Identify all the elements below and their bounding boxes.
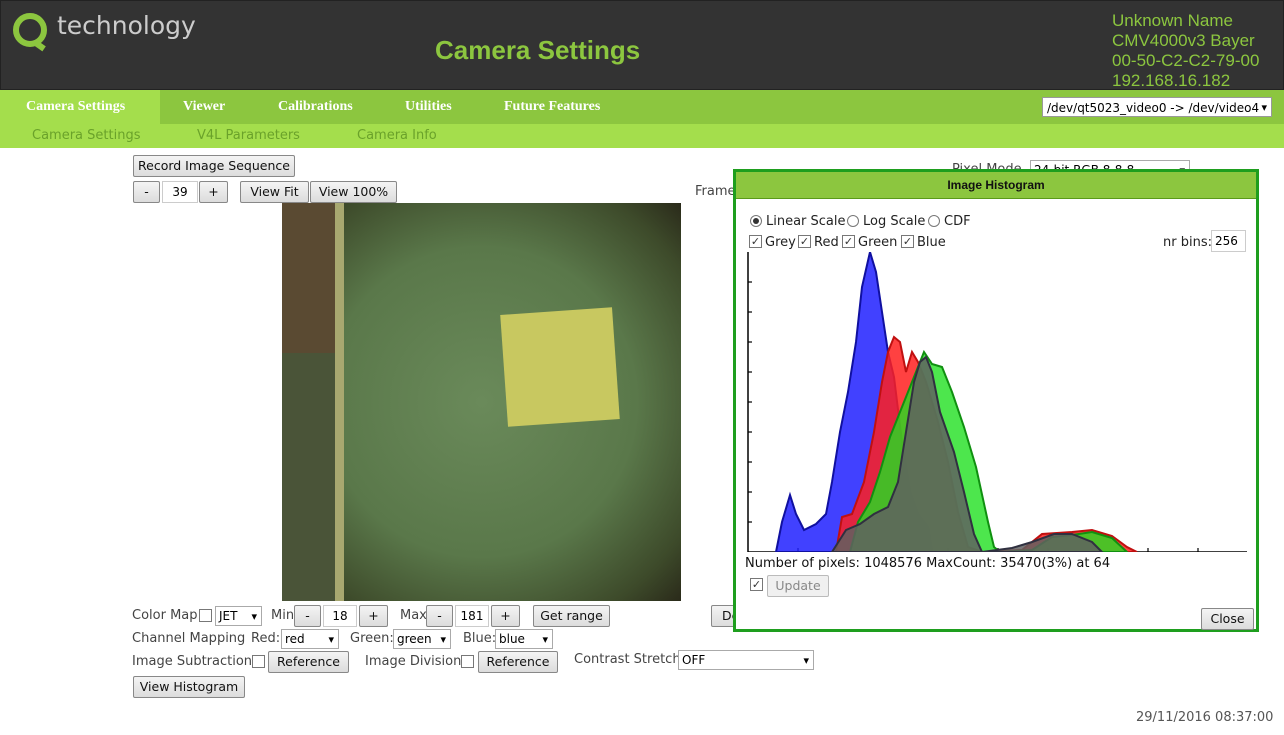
tab-utilities[interactable]: Utilities [405, 99, 452, 115]
tab-viewer[interactable]: Viewer [183, 99, 225, 115]
record-sequence-button[interactable]: Record Image Sequence [133, 155, 295, 177]
image-division-label: Image Division [365, 654, 462, 669]
cdf-label: CDF [944, 214, 971, 229]
grey-label: Grey [765, 235, 796, 250]
min-input[interactable]: 18 [323, 605, 357, 627]
tab-calibrations[interactable]: Calibrations [278, 99, 353, 115]
image-subtraction-checkbox[interactable] [252, 655, 265, 668]
update-button[interactable]: Update [767, 575, 829, 597]
frame-label: Frame [695, 184, 736, 199]
ip-address: 192.168.16.182 [1112, 71, 1231, 90]
red-channel-select[interactable]: red [281, 629, 339, 649]
sub-nav: Camera Settings V4L Parameters Camera In… [0, 124, 1284, 148]
green-checkbox[interactable]: ✓ [842, 235, 855, 248]
mac-address: 00-50-C2-C2-79-00 [1112, 51, 1260, 70]
division-reference-button[interactable]: Reference [478, 651, 558, 673]
histogram-stats: Number of pixels: 1048576 MaxCount: 3547… [745, 556, 1111, 571]
timestamp: 29/11/2016 08:37:00 [1136, 710, 1274, 725]
close-button[interactable]: Close [1201, 608, 1254, 630]
update-checkbox[interactable]: ✓ [750, 578, 763, 591]
max-plus-button[interactable]: + [491, 605, 520, 627]
blue-label: Blue: [463, 631, 497, 646]
nr-bins-label: nr bins: [1163, 235, 1212, 250]
subtab-camera-settings[interactable]: Camera Settings [32, 128, 140, 143]
max-label: Max [400, 608, 427, 623]
page-title: Camera Settings [435, 35, 641, 65]
logo-text: technology [57, 11, 196, 40]
zoom-plus-button[interactable]: + [199, 181, 228, 203]
q-logo-icon [13, 13, 47, 47]
max-input[interactable]: 181 [455, 605, 489, 627]
device-select[interactable]: /dev/qt5023_video0 -> /dev/video4 [1042, 97, 1272, 117]
linear-scale-label: Linear Scale [766, 214, 846, 229]
color-map-select[interactable]: JET [215, 606, 262, 626]
subtab-camera-info[interactable]: Camera Info [357, 128, 437, 143]
green-label: Green: [350, 631, 394, 646]
log-scale-radio[interactable] [847, 215, 859, 227]
zoom-input[interactable]: 39 [162, 181, 198, 203]
nr-bins-input[interactable]: 256 [1211, 230, 1246, 252]
view-100-button[interactable]: View 100% [310, 181, 397, 203]
color-map-label: Color Map [132, 608, 198, 623]
blue-channel-select[interactable]: blue [495, 629, 553, 649]
max-minus-button[interactable]: - [426, 605, 453, 627]
histogram-axes [747, 252, 1247, 552]
grey-checkbox[interactable]: ✓ [749, 235, 762, 248]
color-map-checkbox[interactable] [199, 609, 212, 622]
red-label: Red: [251, 631, 281, 646]
cdf-radio[interactable] [928, 215, 940, 227]
view-histogram-button[interactable]: View Histogram [133, 676, 245, 698]
histogram-plot [747, 252, 1247, 552]
subtab-v4l-parameters[interactable]: V4L Parameters [197, 128, 300, 143]
min-label: Min [271, 608, 295, 623]
app-header: technology Camera Settings Unknown Name … [0, 0, 1284, 90]
tab-camera-settings[interactable]: Camera Settings [0, 90, 160, 124]
contrast-stretch-select[interactable]: OFF [678, 650, 814, 670]
green-channel-label: Green [858, 235, 898, 250]
zoom-minus-button[interactable]: - [133, 181, 160, 203]
tab-future-features[interactable]: Future Features [504, 99, 600, 115]
red-checkbox[interactable]: ✓ [798, 235, 811, 248]
red-channel-label: Red [814, 235, 839, 250]
linear-scale-radio[interactable] [750, 215, 762, 227]
de-button[interactable]: De [711, 605, 735, 627]
view-fit-button[interactable]: View Fit [240, 181, 309, 203]
camera-image[interactable] [282, 203, 681, 601]
green-channel-select[interactable]: green [393, 629, 451, 649]
image-subtraction-label: Image Subtraction [132, 654, 253, 669]
get-range-button[interactable]: Get range [533, 605, 610, 627]
device-name: Unknown Name [1112, 11, 1233, 30]
min-minus-button[interactable]: - [294, 605, 321, 627]
contrast-stretch-label: Contrast Stretch [574, 652, 681, 667]
sensor-name: CMV4000v3 Bayer [1112, 31, 1255, 50]
channel-mapping-label: Channel Mapping [132, 631, 246, 646]
blue-channel-label: Blue [917, 235, 946, 250]
sticky-note [500, 307, 620, 427]
histogram-dialog: Image Histogram Linear Scale Log Scale C… [733, 169, 1259, 632]
blue-checkbox[interactable]: ✓ [901, 235, 914, 248]
histogram-title[interactable]: Image Histogram [736, 172, 1256, 199]
log-scale-label: Log Scale [863, 214, 926, 229]
image-division-checkbox[interactable] [461, 655, 474, 668]
min-plus-button[interactable]: + [359, 605, 388, 627]
device-info: Unknown Name CMV4000v3 Bayer 00-50-C2-C2… [1112, 11, 1259, 91]
subtraction-reference-button[interactable]: Reference [268, 651, 349, 673]
